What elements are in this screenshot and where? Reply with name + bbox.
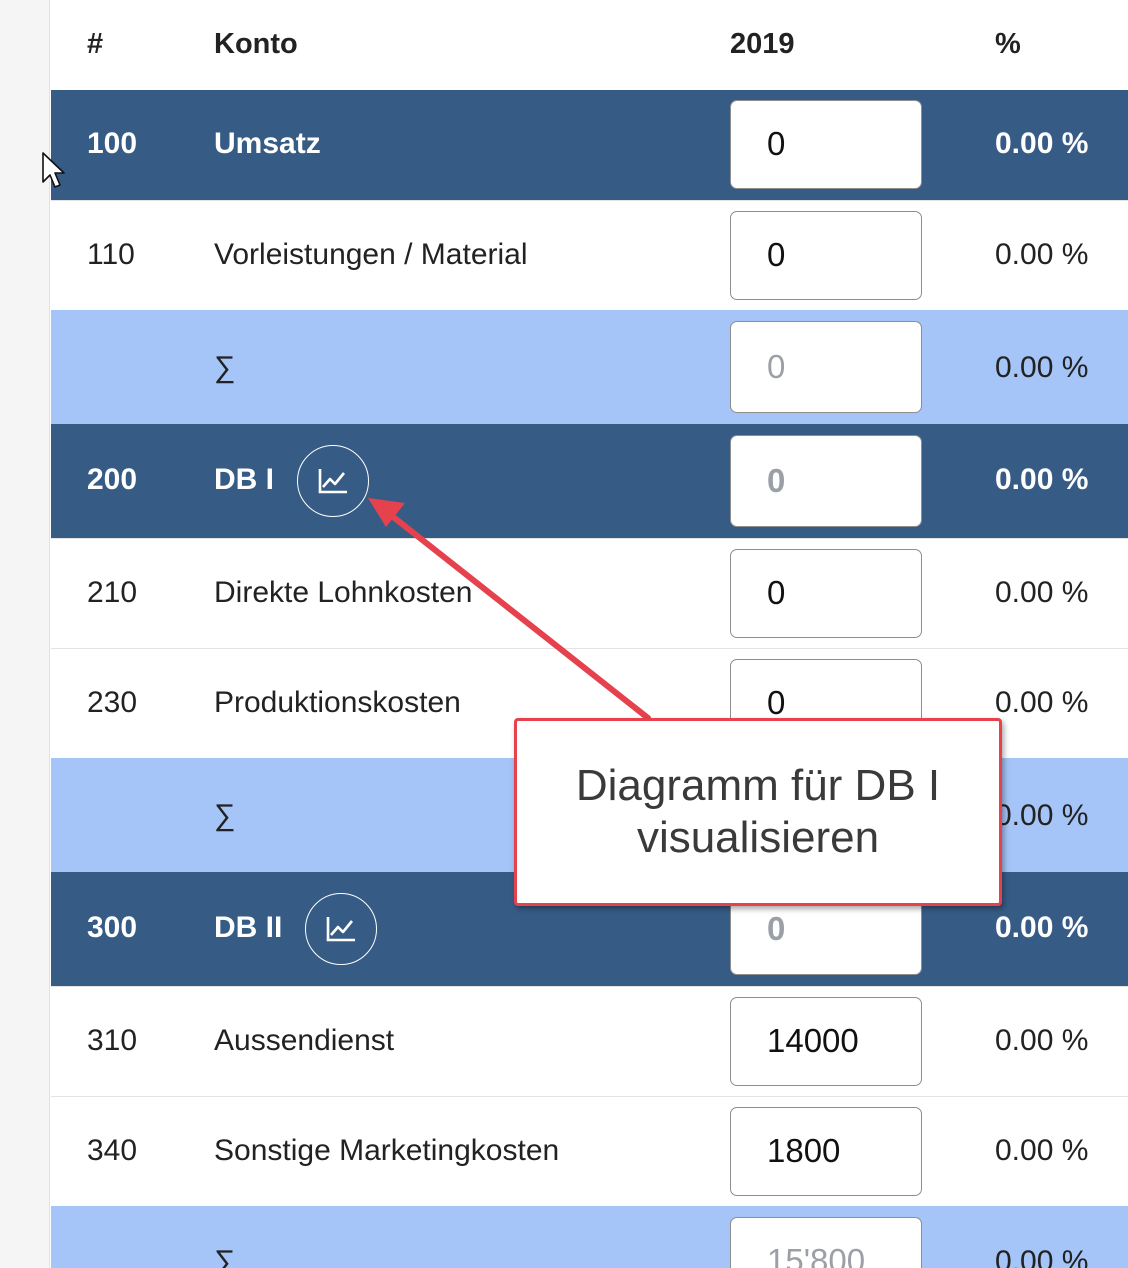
- annotation-callout: Diagramm für DB I visualisieren: [514, 718, 1002, 906]
- percent-value: 0.00 %: [995, 238, 1089, 271]
- account-number: 110: [87, 238, 135, 271]
- mouse-pointer-icon: [42, 152, 65, 188]
- line-chart-icon: [318, 469, 347, 494]
- value-input[interactable]: 0: [730, 549, 922, 638]
- percent-value: 0.00 %: [995, 799, 1089, 832]
- account-name: DB I: [214, 463, 274, 496]
- percent-value: 0.00 %: [995, 911, 1089, 944]
- percent-value: 0.00 %: [995, 1134, 1089, 1167]
- sum-value: 15'800: [730, 1217, 922, 1268]
- account-number: 230: [87, 686, 138, 719]
- sum-row: ∑ 15'800 0.00 %: [51, 1206, 1128, 1268]
- percent-value: 0.00 %: [995, 576, 1089, 609]
- percent-value: 0.00 %: [995, 1024, 1089, 1057]
- account-name: Direkte Lohnkosten: [214, 576, 473, 609]
- account-name: Aussendienst: [214, 1024, 395, 1057]
- sum-value: 0: [730, 321, 922, 413]
- percent-value: 0.00 %: [995, 463, 1089, 496]
- account-name: Vorleistungen / Material: [214, 238, 528, 271]
- table-row: 210 Direkte Lohnkosten 0 0.00 %: [51, 538, 1128, 648]
- header-number: #: [87, 28, 104, 60]
- value-input[interactable]: 0: [730, 211, 922, 300]
- value-input[interactable]: 0: [730, 100, 922, 189]
- account-number: 340: [87, 1134, 138, 1167]
- chart-button-db1[interactable]: [297, 445, 369, 517]
- table-row: 310 Aussendienst 14000 0.00 %: [51, 986, 1128, 1096]
- account-name: Umsatz: [214, 127, 321, 160]
- table-row: 200 DB I 0 0.00 %: [51, 424, 1128, 538]
- sum-symbol: ∑: [214, 351, 236, 384]
- account-number: 200: [87, 463, 138, 496]
- sum-symbol: ∑: [214, 1245, 236, 1268]
- sum-symbol: ∑: [214, 799, 236, 832]
- table-row: 100 Umsatz 0 0.00 %: [51, 90, 1128, 200]
- account-name: DB II: [214, 911, 283, 944]
- account-name: Produktionskosten: [214, 686, 461, 719]
- table-header: # Konto 2019 %: [51, 0, 1128, 90]
- account-number: 100: [87, 127, 138, 160]
- left-gutter: [0, 0, 50, 1268]
- percent-value: 0.00 %: [995, 127, 1089, 160]
- header-account: Konto: [214, 28, 298, 60]
- sum-row: ∑ 0 0.00 %: [51, 310, 1128, 424]
- percent-value: 0.00 %: [995, 351, 1089, 384]
- account-number: 300: [87, 911, 138, 944]
- value-input: 0: [730, 435, 922, 527]
- header-percent: %: [995, 28, 1021, 60]
- value-input[interactable]: 1800: [730, 1107, 922, 1196]
- account-number: 310: [87, 1024, 138, 1057]
- header-year[interactable]: 2019: [730, 28, 795, 61]
- annotation-text: Diagramm für DB I visualisieren: [575, 761, 941, 862]
- account-name: Sonstige Marketingkosten: [214, 1134, 560, 1167]
- percent-value: 0.00 %: [995, 686, 1089, 719]
- account-number: 210: [87, 576, 138, 609]
- value-input[interactable]: 14000: [730, 997, 922, 1086]
- percent-value: 0.00 %: [995, 1245, 1089, 1268]
- line-chart-icon: [326, 917, 355, 942]
- chart-button-db2[interactable]: [305, 893, 377, 965]
- account-table: # Konto 2019 % 100 Umsatz 0 0.00 % 110 V…: [51, 0, 1128, 1268]
- table-row: 340 Sonstige Marketingkosten 1800 0.00 %: [51, 1096, 1128, 1206]
- table-row: 110 Vorleistungen / Material 0 0.00 %: [51, 200, 1128, 310]
